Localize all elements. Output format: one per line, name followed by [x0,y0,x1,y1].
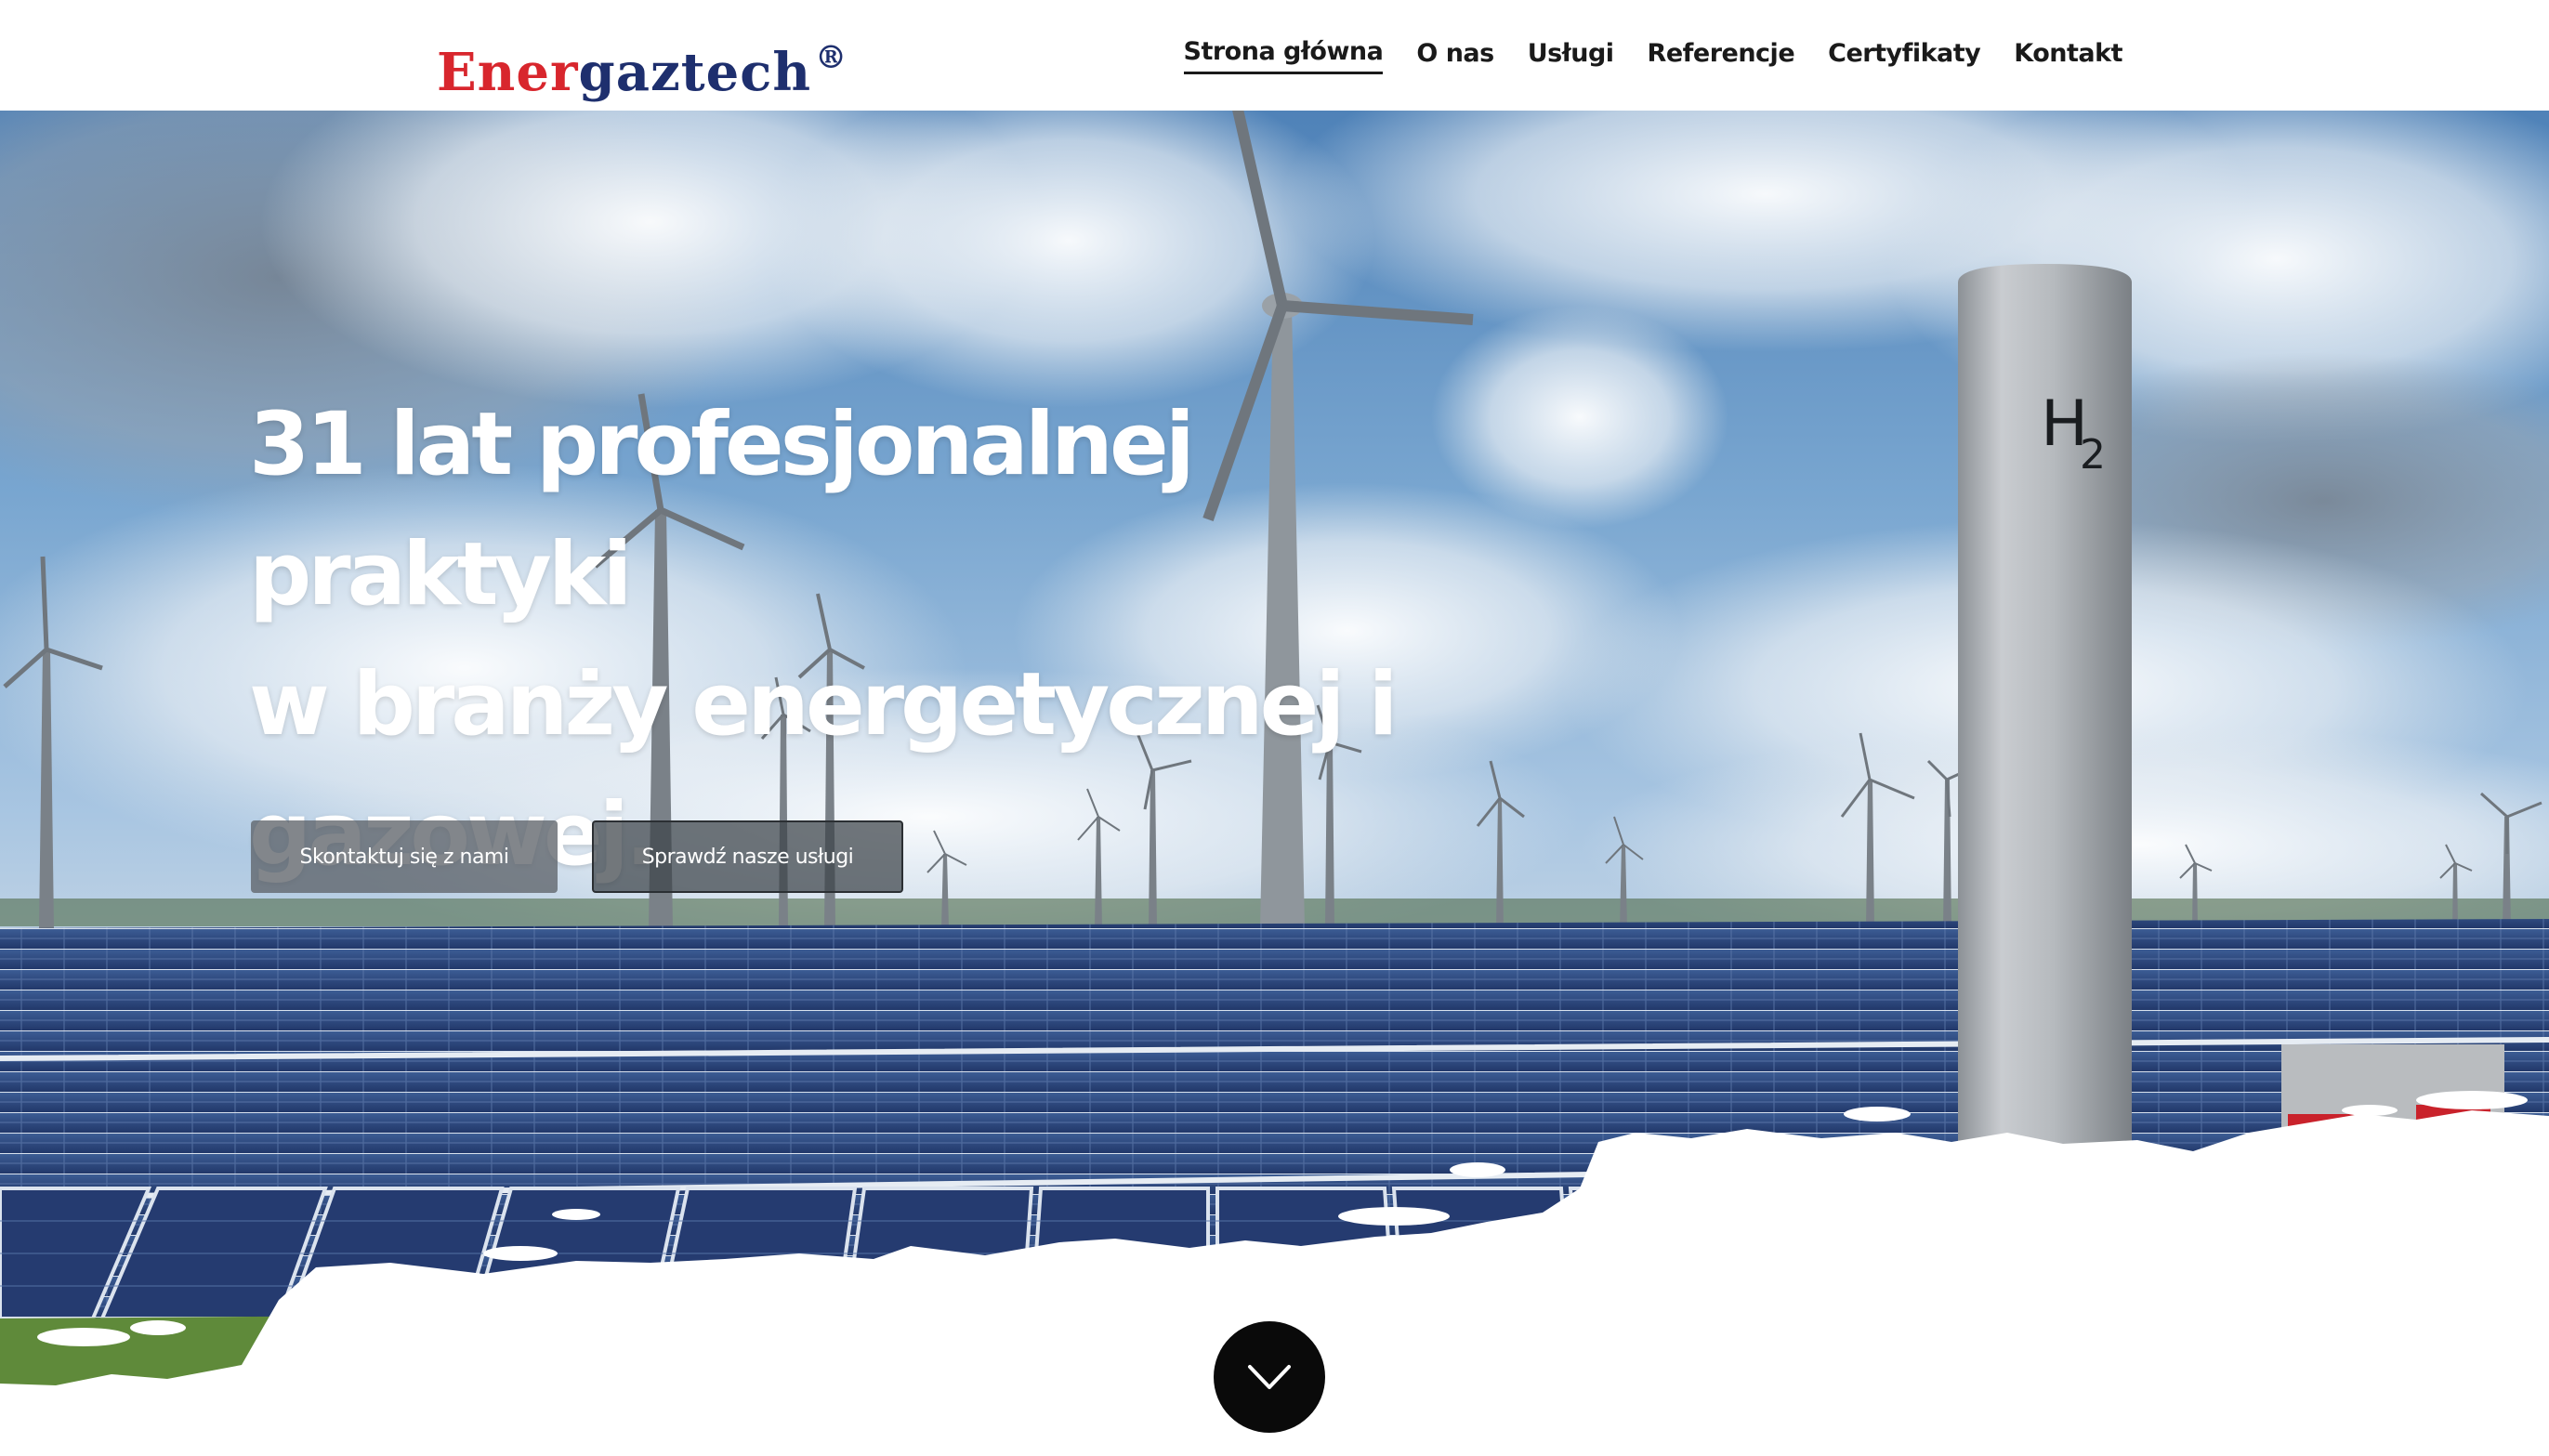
hydrogen-tank: H 2 [1958,264,2132,1161]
chevron-down-icon [1248,1365,1291,1389]
nav-item-services[interactable]: Usługi [1528,39,1614,73]
site-header: Energaztech ® Strona główna O nas Usługi … [0,0,2549,111]
check-services-button[interactable]: Sprawdź nasze usługi [592,820,903,893]
nav-item-about[interactable]: O nas [1416,39,1494,73]
hero-section: H 2 31 lat profesjonalnej praktyki w bra… [0,111,2549,1393]
site-logo[interactable]: Energaztech ® [437,20,847,110]
headline-line-2: w branży energetycznej i [249,654,1399,755]
logo-text-red: Ener [437,42,579,103]
main-nav: Strona główna O nas Usługi Referencje Ce… [1183,37,2122,74]
contact-us-button[interactable]: Skontaktuj się z nami [251,820,558,893]
nav-item-references[interactable]: Referencje [1648,39,1795,73]
nav-item-certificates[interactable]: Certyfikaty [1828,39,1981,73]
registered-mark: ® [815,39,848,76]
scroll-down-button[interactable] [1214,1321,1325,1433]
nav-item-home[interactable]: Strona główna [1183,37,1384,74]
nav-item-contact[interactable]: Kontakt [2014,39,2122,73]
tank-label-subscript: 2 [2080,431,2106,479]
headline-line-1: 31 lat profesjonalnej praktyki [249,394,1195,625]
logo-text-navy: gaztech [578,42,812,103]
